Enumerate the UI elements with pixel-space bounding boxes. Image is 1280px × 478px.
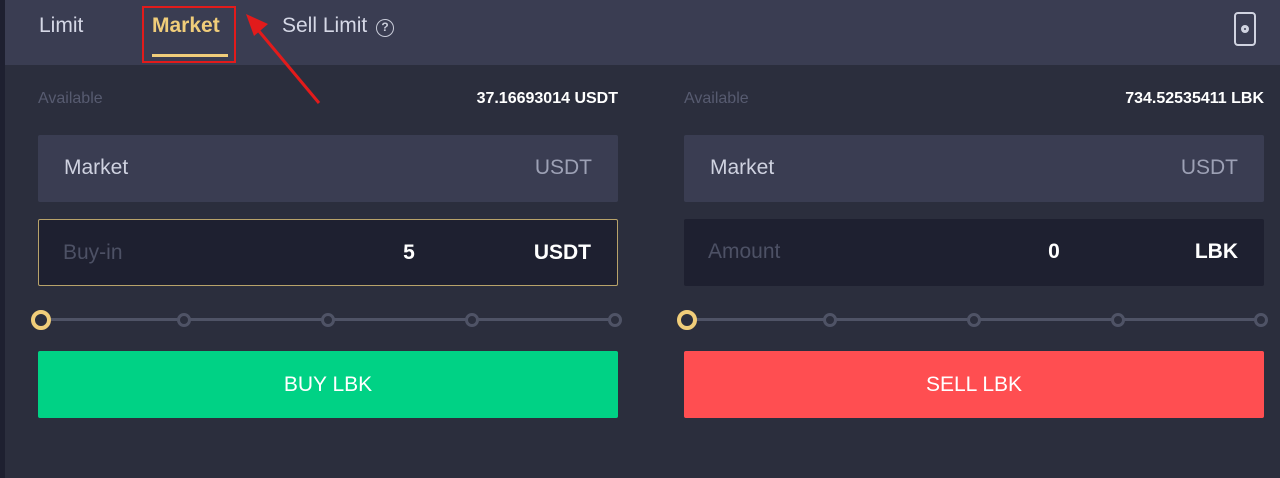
buy-available-value: 37.16693014 USDT: [476, 90, 618, 107]
sell-slider-stop-100[interactable]: [1254, 313, 1268, 327]
buy-available-label: Available: [38, 90, 103, 107]
sell-price-unit: USDT: [1180, 156, 1238, 179]
cog-glyph: [1241, 25, 1249, 33]
buy-slider-stop-25[interactable]: [177, 313, 191, 327]
tab-market-label: Market: [152, 14, 220, 37]
sell-percentage-slider[interactable]: [677, 308, 1270, 332]
sell-price-label: Market: [710, 156, 775, 179]
sell-amount-input[interactable]: Amount 0 LBK: [684, 219, 1264, 286]
buy-amount-input[interactable]: Buy-in 5 USDT: [38, 219, 618, 286]
sell-slider-stop-75[interactable]: [1111, 313, 1125, 327]
sell-amount-value: 0: [1048, 240, 1060, 263]
buy-amount-value: 5: [403, 241, 415, 264]
sell-amount-placeholder: Amount: [708, 240, 781, 263]
buy-slider-stop-50[interactable]: [321, 313, 335, 327]
sell-button[interactable]: SELL LBK: [684, 351, 1264, 418]
buy-price-field[interactable]: Market USDT: [38, 135, 618, 202]
buy-percentage-slider[interactable]: [31, 308, 624, 332]
buy-slider-stop-100[interactable]: [608, 313, 622, 327]
active-tab-underline: [152, 54, 228, 57]
sell-price-field[interactable]: Market USDT: [684, 135, 1264, 202]
left-edge-strip: [0, 0, 5, 478]
buy-slider-stop-75[interactable]: [465, 313, 479, 327]
order-type-tabbar: Limit Market Sell Limit ?: [5, 0, 1280, 65]
buy-slider-stop-0[interactable]: [31, 310, 51, 330]
buy-amount-unit: USDT: [533, 241, 591, 264]
tab-limit-label: Limit: [39, 14, 84, 37]
sell-amount-unit: LBK: [1194, 240, 1238, 263]
tab-limit[interactable]: Limit: [39, 14, 83, 38]
sell-slider-stop-50[interactable]: [967, 313, 981, 327]
tab-market[interactable]: Market: [152, 14, 228, 57]
buy-button[interactable]: BUY LBK: [38, 351, 618, 418]
buy-price-label: Market: [64, 156, 129, 179]
buy-price-unit: USDT: [534, 156, 592, 179]
sell-slider-stop-0[interactable]: [677, 310, 697, 330]
sell-available-value: 734.52535411 LBK: [1125, 90, 1264, 107]
settings-icon[interactable]: [1234, 12, 1256, 46]
buy-amount-placeholder: Buy-in: [63, 241, 123, 264]
sell-slider-stop-25[interactable]: [823, 313, 837, 327]
help-icon[interactable]: ?: [376, 19, 395, 37]
sell-available-label: Available: [684, 90, 749, 107]
buy-available-row: Available 37.16693014 USDT: [38, 90, 618, 110]
sell-available-row: Available 734.52535411 LBK: [684, 90, 1264, 110]
